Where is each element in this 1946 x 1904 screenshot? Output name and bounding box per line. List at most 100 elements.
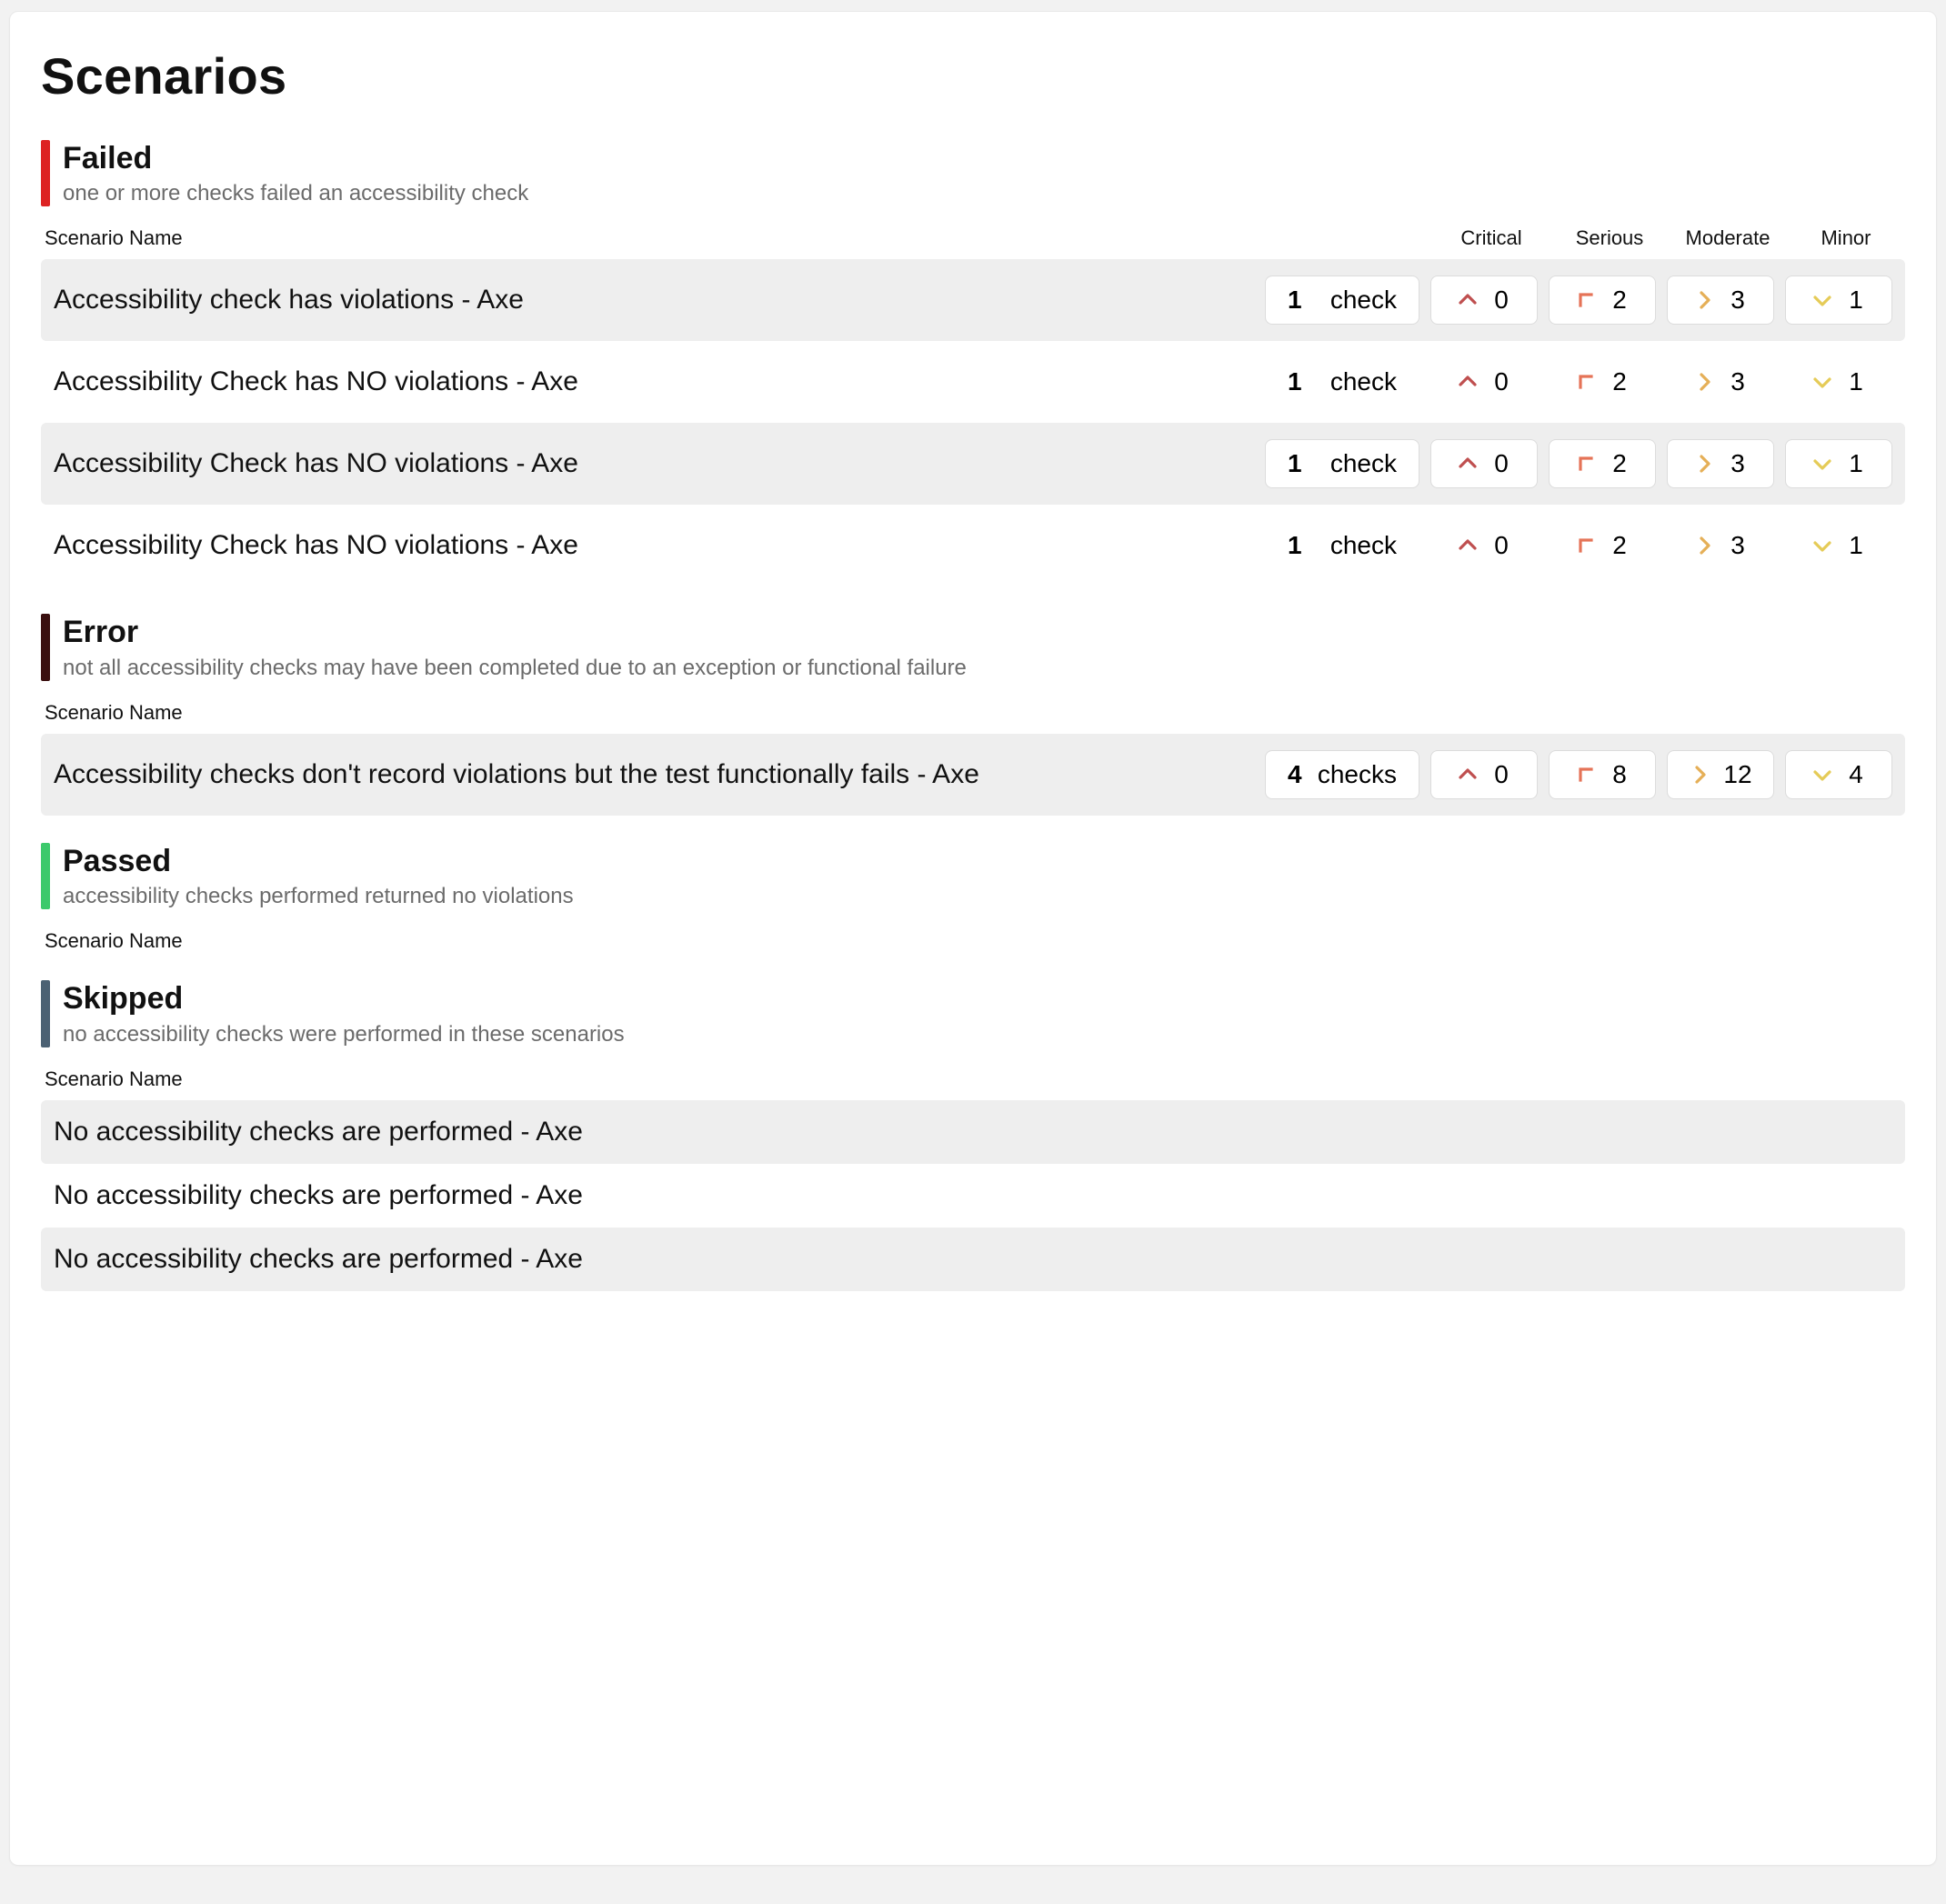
column-headers: Scenario Name (41, 1067, 1905, 1091)
section-title: Error (63, 616, 967, 649)
minor-pill[interactable]: 1 (1785, 276, 1892, 325)
section-subtitle: one or more checks failed an accessibili… (63, 181, 528, 206)
critical-count: 0 (1491, 367, 1511, 396)
checks-pill[interactable]: 1check (1265, 521, 1419, 570)
severity-pills: 0 2 3 1 (1430, 521, 1892, 570)
critical-pill[interactable]: 0 (1430, 750, 1538, 799)
column-header-scenario: Scenario Name (45, 1067, 1901, 1091)
minor-icon (1811, 371, 1833, 393)
column-header-serious: Serious (1556, 226, 1663, 250)
section-header: Passed accessibility checks performed ret… (41, 843, 1905, 909)
column-header-scenario: Scenario Name (45, 226, 1267, 250)
checks-pill[interactable]: 1 check (1265, 357, 1419, 406)
moderate-pill[interactable]: 3 (1667, 276, 1774, 325)
moderate-pill[interactable]: 3 (1667, 521, 1774, 570)
scenario-name: Accessibility check has violations - Axe (54, 285, 1254, 316)
checks-label: checks (1318, 760, 1397, 789)
moderate-icon (1693, 289, 1715, 311)
moderate-count: 12 (1723, 760, 1751, 789)
serious-pill[interactable]: 2 (1549, 439, 1656, 488)
minor-pill[interactable]: 4 (1785, 750, 1892, 799)
section-skipped: Skipped no accessibility checks were perf… (41, 980, 1905, 1290)
critical-pill[interactable]: 0 (1430, 357, 1538, 406)
page-title: Scenarios (41, 46, 1905, 105)
moderate-count: 3 (1728, 367, 1748, 396)
section-accent (41, 140, 50, 206)
scenario-row[interactable]: Accessibility check has violations - Axe… (41, 259, 1905, 341)
checks-pill[interactable]: 1check (1265, 276, 1419, 325)
scenario-row[interactable]: Accessibility Check has NO violations - … (41, 423, 1905, 505)
minor-pill[interactable]: 1 (1785, 357, 1892, 406)
severity-pills: 0 2 3 1 (1430, 357, 1892, 406)
critical-count: 0 (1491, 286, 1511, 315)
scenario-rows: Accessibility check has violations - Axe… (41, 259, 1905, 586)
serious-pill[interactable]: 2 (1549, 276, 1656, 325)
column-header-minor: Minor (1792, 226, 1900, 250)
serious-icon (1575, 764, 1597, 786)
severity-pills: 0 2 3 1 (1430, 276, 1892, 325)
scenario-row[interactable]: Accessibility Check has NO violations - … (41, 341, 1905, 423)
checks-count: 4 (1288, 760, 1302, 789)
critical-pill[interactable]: 0 (1430, 276, 1538, 325)
checks-label: check (1330, 449, 1397, 478)
scenario-row[interactable]: No accessibility checks are performed - … (41, 1228, 1905, 1291)
section-subtitle: accessibility checks performed returned … (63, 884, 574, 909)
scenario-name: No accessibility checks are performed - … (54, 1244, 1892, 1275)
moderate-icon (1689, 764, 1710, 786)
critical-icon (1457, 764, 1479, 786)
serious-icon (1575, 535, 1597, 556)
section-title: Passed (63, 845, 574, 878)
minor-icon (1811, 289, 1833, 311)
serious-count: 8 (1610, 760, 1630, 789)
scenario-name: Accessibility Check has NO violations - … (54, 366, 1254, 397)
checks-count: 1 (1288, 367, 1302, 396)
section-failed: Failedone or more checks failed an acces… (41, 140, 1905, 586)
scenario-row[interactable]: No accessibility checks are performed - … (41, 1100, 1905, 1164)
column-headers: Scenario Name (41, 929, 1905, 953)
moderate-count: 3 (1728, 531, 1748, 560)
minor-pill[interactable]: 1 (1785, 439, 1892, 488)
critical-icon (1457, 289, 1479, 311)
section-passed: Passed accessibility checks performed ret… (41, 843, 1905, 953)
moderate-icon (1693, 535, 1715, 556)
severity-column-headers: CriticalSeriousModerateMinor (1438, 226, 1901, 250)
moderate-pill[interactable]: 3 (1667, 439, 1774, 488)
scenario-row[interactable]: No accessibility checks are performed - … (41, 1164, 1905, 1228)
section-header: Failedone or more checks failed an acces… (41, 140, 1905, 206)
severity-pills: 0 8 12 4 (1430, 750, 1892, 799)
minor-pill[interactable]: 1 (1785, 521, 1892, 570)
critical-icon (1457, 453, 1479, 475)
section-header: Skipped no accessibility checks were perf… (41, 980, 1905, 1047)
serious-icon (1575, 289, 1597, 311)
minor-icon (1811, 535, 1833, 556)
section-subtitle: not all accessibility checks may have be… (63, 656, 967, 681)
serious-pill[interactable]: 2 (1549, 521, 1656, 570)
section-subtitle: no accessibility checks were performed i… (63, 1022, 625, 1047)
column-header-scenario: Scenario Name (45, 929, 1901, 953)
scenario-name: Accessibility Check has NO violations - … (54, 448, 1254, 479)
critical-count: 0 (1491, 531, 1511, 560)
moderate-pill[interactable]: 12 (1667, 750, 1774, 799)
critical-icon (1457, 535, 1479, 556)
serious-pill[interactable]: 8 (1549, 750, 1656, 799)
section-title: Skipped (63, 982, 625, 1016)
moderate-pill[interactable]: 3 (1667, 357, 1774, 406)
section-accent (41, 843, 50, 909)
checks-label: check (1330, 367, 1397, 396)
scenario-row[interactable]: Accessibility Check has NO violations - … (41, 505, 1905, 586)
scenario-name: No accessibility checks are performed - … (54, 1180, 1892, 1211)
scenario-name: Accessibility checks don't record violat… (54, 759, 1254, 790)
column-header-moderate: Moderate (1674, 226, 1781, 250)
checks-pill[interactable]: 4 checks (1265, 750, 1419, 799)
scenario-row[interactable]: Accessibility checks don't record violat… (41, 734, 1905, 816)
critical-pill[interactable]: 0 (1430, 521, 1538, 570)
column-headers: Scenario Name (41, 701, 1905, 725)
checks-pill[interactable]: 1check (1265, 439, 1419, 488)
scenarios-panel: Scenarios Failedone or more checks faile… (9, 11, 1937, 1866)
critical-pill[interactable]: 0 (1430, 439, 1538, 488)
minor-icon (1811, 453, 1833, 475)
serious-pill[interactable]: 2 (1549, 357, 1656, 406)
severity-pills: 0 2 3 1 (1430, 439, 1892, 488)
serious-count: 2 (1610, 449, 1630, 478)
serious-count: 2 (1610, 286, 1630, 315)
